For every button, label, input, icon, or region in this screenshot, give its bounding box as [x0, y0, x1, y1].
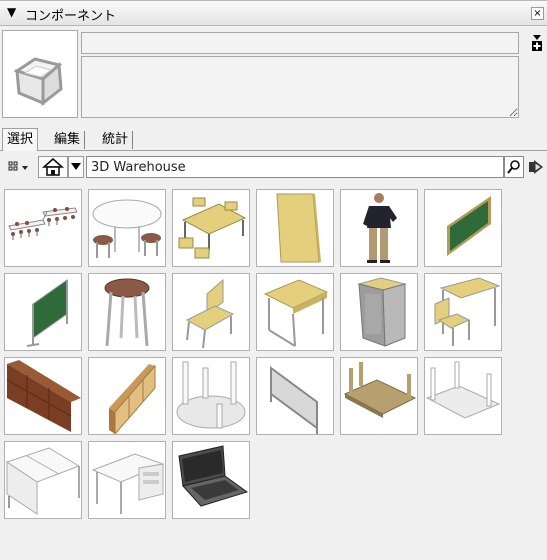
laptop-icon	[178, 445, 249, 507]
component-preview	[2, 30, 78, 118]
home-icon	[41, 157, 65, 176]
bookshelf-icon	[109, 364, 156, 434]
collapse-triangle-icon[interactable]: ▼	[7, 5, 16, 19]
view-options-icon	[8, 161, 28, 171]
component-tile[interactable]	[340, 189, 418, 267]
tab-statistics[interactable]: 統計	[98, 131, 134, 149]
white-table-upturned-icon	[425, 361, 501, 419]
arrow-right-icon	[529, 160, 543, 174]
component-tile[interactable]	[4, 441, 82, 519]
details-expand-button[interactable]	[530, 34, 544, 52]
component-tile[interactable]	[256, 189, 334, 267]
component-tile[interactable]	[172, 357, 250, 435]
component-tile[interactable]	[88, 441, 166, 519]
office-desk-icon	[91, 453, 165, 514]
component-tile[interactable]	[88, 273, 166, 351]
cabinet-icon	[357, 277, 407, 347]
double-desk-icon	[5, 447, 81, 515]
desk-chair-set-icon	[434, 277, 501, 346]
table-set-icon	[178, 197, 247, 259]
tab-bar: 選択 編集 統計	[0, 128, 547, 151]
wood-table-upturned-icon	[343, 362, 417, 418]
component-tile[interactable]	[424, 273, 502, 351]
component-tile[interactable]	[4, 189, 82, 267]
component-description-field[interactable]	[81, 56, 519, 118]
details-menu-button[interactable]	[528, 159, 544, 175]
tab-statistics-label: 統計	[102, 132, 129, 147]
view-options-button[interactable]	[6, 156, 32, 178]
component-tile[interactable]	[172, 189, 250, 267]
component-tile[interactable]	[340, 273, 418, 351]
component-tile[interactable]	[424, 357, 502, 435]
search-icon	[507, 160, 520, 174]
component-tile[interactable]	[88, 189, 166, 267]
component-tile[interactable]	[172, 441, 250, 519]
home-button[interactable]	[38, 156, 68, 178]
component-tile[interactable]	[88, 357, 166, 435]
component-tile[interactable]	[256, 273, 334, 351]
chevron-down-icon	[71, 163, 81, 170]
component-name-field[interactable]	[81, 32, 519, 54]
navigation-dropdown-button[interactable]	[68, 156, 84, 178]
chalkboard-wall-icon	[447, 196, 491, 256]
component-tile[interactable]	[4, 357, 82, 435]
school-chair-icon	[185, 278, 235, 349]
component-tile[interactable]	[256, 357, 334, 435]
panel-titlebar[interactable]: ▼ コンポーネント ×	[0, 0, 547, 26]
component-tile[interactable]	[172, 273, 250, 351]
component-tile[interactable]	[4, 273, 82, 351]
round-table-stools-icon	[92, 199, 162, 258]
tab-select[interactable]: 選択	[2, 128, 39, 151]
component-tile[interactable]	[424, 189, 502, 267]
panel-title: コンポーネント	[25, 9, 117, 24]
close-icon[interactable]: ×	[531, 7, 544, 20]
stool-icon	[104, 278, 150, 347]
search-input[interactable]	[86, 156, 504, 178]
person-figure-icon	[363, 193, 397, 263]
tab-edit-label: 編集	[54, 132, 81, 147]
partition-panel-icon	[270, 366, 318, 434]
tables-row-icon	[8, 207, 78, 240]
component-cube-icon	[13, 57, 63, 107]
round-table-legs-up-icon	[176, 361, 246, 429]
search-button[interactable]	[504, 156, 524, 178]
school-desk-icon	[263, 279, 329, 347]
bookshelf-long-icon	[6, 360, 81, 432]
details-plus-icon	[532, 35, 542, 51]
tab-edit[interactable]: 編集	[50, 131, 86, 149]
tab-select-label: 選択	[7, 132, 34, 147]
board-panel-icon	[276, 193, 321, 263]
component-tile[interactable]	[340, 357, 418, 435]
chalkboard-stand-icon	[26, 279, 68, 347]
